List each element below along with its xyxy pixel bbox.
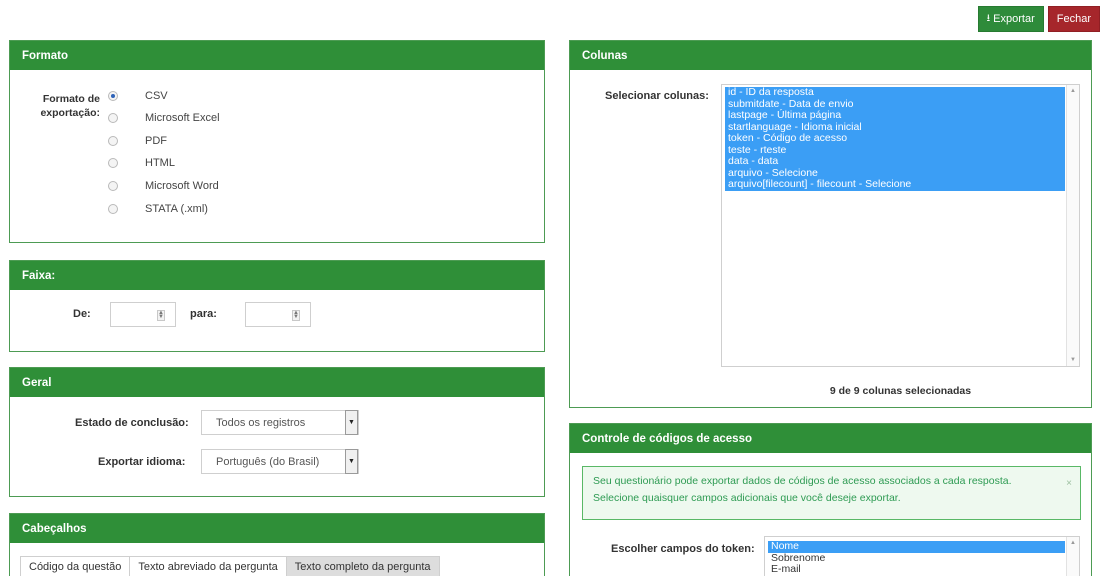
info-alert-text: Seu questionário pode exportar dados de … xyxy=(593,475,1012,504)
list-item[interactable]: data - data xyxy=(725,155,1065,168)
general-panel-title: Geral xyxy=(10,368,544,397)
export-language-select[interactable]: Português (do Brasil) ▼ xyxy=(201,449,359,474)
radio-label: Microsoft Excel xyxy=(145,112,220,124)
general-panel: Geral Estado de conclusão: Todos os regi… xyxy=(9,367,545,497)
range-to-label: para: xyxy=(190,308,217,320)
close-button[interactable]: Fechar xyxy=(1047,6,1100,32)
list-item[interactable]: arquivo[filecount] - filecount - Selecio… xyxy=(725,178,1065,191)
range-from-label: De: xyxy=(73,308,91,320)
download-icon: ⭳ xyxy=(986,12,991,24)
export-button-label: Exportar xyxy=(993,13,1035,25)
radio-excel[interactable] xyxy=(108,113,118,123)
format-label: Formato de exportação: xyxy=(40,93,100,119)
token-fields-label: Escolher campos do token: xyxy=(611,543,755,555)
access-codes-panel-title: Controle de códigos de acesso xyxy=(570,424,1091,453)
format-option-excel[interactable]: Microsoft Excel xyxy=(108,109,220,127)
export-language-label: Exportar idioma: xyxy=(98,456,186,468)
export-language-value: Português (do Brasil) xyxy=(216,455,320,468)
range-panel: Faixa: De: ▲ ▼ para: ▲ ▼ xyxy=(9,260,545,352)
radio-label: STATA (.xml) xyxy=(145,203,208,215)
completion-status-label: Estado de conclusão: xyxy=(75,417,189,429)
tab-question-code[interactable]: Código da questão xyxy=(20,556,131,576)
radio-label: HTML xyxy=(145,157,175,169)
select-columns-label: Selecionar colunas: xyxy=(605,90,709,102)
format-option-csv[interactable]: CSV xyxy=(108,87,168,105)
columns-selected-count: 9 de 9 colunas selecionadas xyxy=(829,385,972,397)
radio-label: CSV xyxy=(145,90,168,102)
list-item[interactable]: token - Código de acesso xyxy=(725,132,1065,145)
export-button[interactable]: ⭳ Exportar xyxy=(977,6,1044,32)
headers-tabs: Código da questão Texto abreviado da per… xyxy=(20,556,440,576)
tab-full-question-text[interactable]: Texto completo da pergunta xyxy=(285,556,440,576)
format-option-word[interactable]: Microsoft Word xyxy=(108,177,219,195)
tab-short-question-text[interactable]: Texto abreviado da pergunta xyxy=(129,556,287,576)
format-option-stata[interactable]: STATA (.xml) xyxy=(108,200,208,218)
info-alert: Seu questionário pode exportar dados de … xyxy=(582,466,1081,520)
spinner-icon[interactable]: ▲ ▼ xyxy=(157,310,165,321)
format-panel-title: Formato xyxy=(10,41,544,70)
listbox-scrollbar[interactable]: ▲ xyxy=(1066,537,1079,576)
top-toolbar: ⭳ Exportar Fechar xyxy=(977,6,1100,34)
headers-panel: Cabeçalhos Código da questão Texto abrev… xyxy=(9,513,545,576)
close-icon[interactable]: × xyxy=(1066,475,1072,492)
format-panel: Formato Formato de exportação: CSV Micro… xyxy=(9,40,545,243)
list-item[interactable]: Nome xyxy=(768,540,1065,553)
radio-html[interactable] xyxy=(108,158,118,168)
columns-panel: Colunas Selecionar colunas: id - ID da r… xyxy=(569,40,1092,408)
format-option-pdf[interactable]: PDF xyxy=(108,132,167,150)
columns-listbox[interactable]: id - ID da resposta submitdate - Data de… xyxy=(721,84,1080,367)
access-codes-panel: Controle de códigos de acesso Seu questi… xyxy=(569,423,1092,576)
list-item[interactable]: lastpage - Última página xyxy=(725,109,1065,122)
radio-word[interactable] xyxy=(108,181,118,191)
radio-csv[interactable] xyxy=(108,91,118,101)
radio-label: Microsoft Word xyxy=(145,180,219,192)
completion-status-select[interactable]: Todos os registros ▼ xyxy=(201,410,359,435)
radio-label: PDF xyxy=(145,135,167,147)
headers-panel-title: Cabeçalhos xyxy=(10,514,544,543)
listbox-scrollbar[interactable]: ▲ ▼ xyxy=(1066,85,1079,366)
radio-pdf[interactable] xyxy=(108,136,118,146)
range-panel-title: Faixa: xyxy=(10,261,544,290)
list-item[interactable]: Sobrenome xyxy=(768,552,1065,565)
scroll-up-icon[interactable]: ▲ xyxy=(1070,88,1076,94)
range-from-input[interactable]: ▲ ▼ xyxy=(110,302,176,327)
spinner-icon[interactable]: ▲ ▼ xyxy=(292,310,300,321)
scroll-down-icon[interactable]: ▼ xyxy=(1070,357,1076,363)
range-to-input[interactable]: ▲ ▼ xyxy=(245,302,311,327)
completion-status-value: Todos os registros xyxy=(216,416,306,429)
chevron-down-icon[interactable]: ▼ xyxy=(345,449,358,474)
list-item[interactable]: E-mail xyxy=(768,563,1065,576)
list-item[interactable]: id - ID da resposta xyxy=(725,86,1065,99)
format-option-html[interactable]: HTML xyxy=(108,154,175,172)
columns-panel-title: Colunas xyxy=(570,41,1091,70)
token-fields-listbox[interactable]: Nome Sobrenome E-mail ▲ xyxy=(764,536,1080,576)
close-button-label: Fechar xyxy=(1056,13,1091,25)
radio-stata[interactable] xyxy=(108,204,118,214)
scroll-up-icon[interactable]: ▲ xyxy=(1070,540,1076,546)
chevron-down-icon[interactable]: ▼ xyxy=(345,410,358,435)
